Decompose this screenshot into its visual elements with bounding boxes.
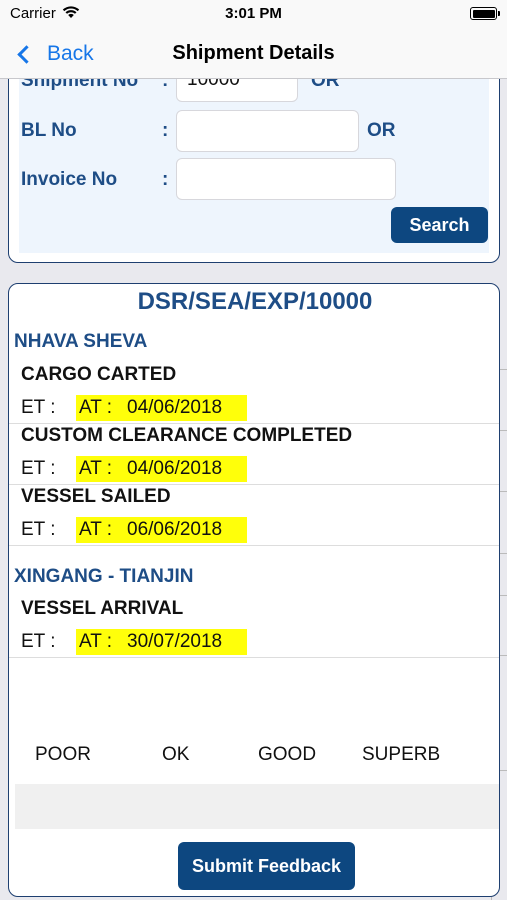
et-label: ET : — [21, 519, 56, 540]
at-label: AT : — [79, 519, 113, 540]
event-row: VESSEL ARRIVAL ET : AT : 30/07/2018 — [9, 598, 499, 658]
at-label: AT : — [79, 397, 113, 418]
feedback-rating-row: POOR OK GOOD SUPERB — [9, 744, 499, 774]
at-date: 04/06/2018 — [127, 397, 223, 418]
search-form-card: Shipment No : OR BL No : OR Invoice No :… — [8, 55, 500, 263]
invoice-no-label: Invoice No — [21, 169, 118, 190]
shipment-reference: DSR/SEA/EXP/10000 — [137, 288, 373, 315]
et-label: ET : — [21, 397, 56, 418]
et-label: ET : — [21, 631, 56, 652]
bl-no-input[interactable] — [176, 110, 359, 152]
event-title: VESSEL ARRIVAL — [21, 598, 184, 619]
status-bar: Carrier 3:01 PM — [0, 0, 507, 30]
rating-superb[interactable]: SUPERB — [362, 744, 440, 766]
at-date: 04/06/2018 — [127, 458, 223, 479]
bl-no-or: OR — [367, 120, 396, 141]
port-name: XINGANG - TIANJIN — [14, 566, 194, 587]
at-label: AT : — [79, 458, 113, 479]
feedback-comment-area[interactable] — [15, 784, 499, 829]
at-date: 30/07/2018 — [127, 631, 223, 652]
search-button[interactable]: Search — [391, 207, 488, 243]
event-title: CUSTOM CLEARANCE COMPLETED — [21, 425, 353, 446]
at-label: AT : — [79, 631, 113, 652]
event-row: CUSTOM CLEARANCE COMPLETED ET : AT : 04/… — [9, 425, 499, 485]
page-title: Shipment Details — [172, 42, 335, 64]
clock: 3:01 PM — [225, 5, 282, 22]
event-row: CARGO CARTED ET : AT : 04/06/2018 — [9, 364, 499, 424]
submit-feedback-button[interactable]: Submit Feedback — [178, 842, 355, 890]
port-name: NHAVA SHEVA — [14, 331, 148, 352]
rating-ok[interactable]: OK — [162, 744, 189, 766]
rating-good[interactable]: GOOD — [258, 744, 316, 766]
event-title: CARGO CARTED — [21, 364, 177, 385]
battery-icon — [470, 7, 500, 20]
bl-no-colon: : — [162, 120, 169, 141]
et-label: ET : — [21, 458, 56, 479]
invoice-no-colon: : — [162, 169, 169, 190]
bl-no-label: BL No — [21, 120, 77, 141]
shipment-result-card: DSR/SEA/EXP/10000 NHAVA SHEVA CARGO CART… — [8, 283, 500, 897]
navigation-bar: Back Shipment Details — [0, 30, 507, 79]
event-title: VESSEL SAILED — [21, 486, 171, 507]
at-date: 06/06/2018 — [127, 519, 223, 540]
invoice-no-input[interactable] — [176, 158, 396, 200]
rating-poor[interactable]: POOR — [35, 744, 91, 766]
event-row: VESSEL SAILED ET : AT : 06/06/2018 — [9, 486, 499, 546]
